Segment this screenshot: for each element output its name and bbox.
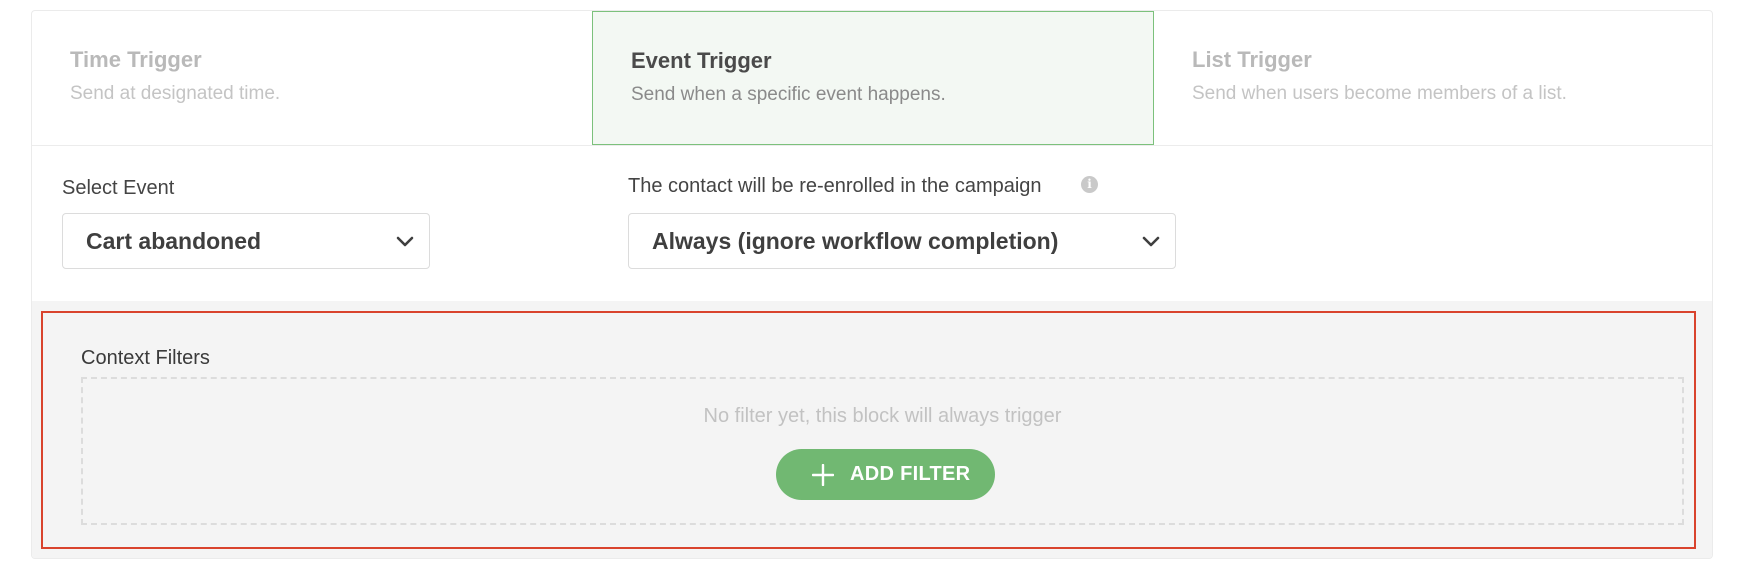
context-filters-section: Context Filters No filter yet, this bloc… xyxy=(32,301,1712,558)
reenroll-dropdown[interactable]: Always (ignore workflow completion) xyxy=(628,213,1176,269)
add-filter-button[interactable]: ADD FILTER xyxy=(776,449,995,500)
tab-description: Send at designated time. xyxy=(70,83,281,104)
highlight-box: Context Filters No filter yet, this bloc… xyxy=(41,311,1696,549)
tab-title: List Trigger xyxy=(1192,47,1312,72)
context-filters-label: Context Filters xyxy=(81,347,210,369)
select-event-label: Select Event xyxy=(62,177,175,199)
select-event-value: Cart abandoned xyxy=(86,228,262,254)
trigger-tabs: Time Trigger Send at designated time. Ev… xyxy=(32,11,1712,146)
tab-time-trigger[interactable]: Time Trigger Send at designated time. xyxy=(32,11,592,145)
tab-description: Send when a specific event happens. xyxy=(631,84,946,105)
reenroll-value: Always (ignore workflow completion) xyxy=(652,228,1059,254)
tab-title: Event Trigger xyxy=(631,48,772,73)
tab-list-trigger[interactable]: List Trigger Send when users become memb… xyxy=(1154,11,1712,145)
chevron-down-icon xyxy=(1142,236,1160,247)
trigger-panel: Time Trigger Send at designated time. Ev… xyxy=(31,10,1713,559)
empty-filter-message: No filter yet, this block will always tr… xyxy=(703,405,1062,427)
select-event-dropdown[interactable]: Cart abandoned xyxy=(62,213,430,269)
reenroll-label: The contact will be re-enrolled in the c… xyxy=(628,175,1042,197)
plus-icon xyxy=(812,464,834,486)
filter-dropzone: No filter yet, this block will always tr… xyxy=(81,377,1684,525)
add-filter-label: ADD FILTER xyxy=(850,463,971,485)
tab-description: Send when users become members of a list… xyxy=(1192,83,1567,104)
chevron-down-icon xyxy=(396,236,414,247)
tab-title: Time Trigger xyxy=(70,47,202,72)
info-icon[interactable]: i xyxy=(1081,176,1098,193)
tab-event-trigger[interactable]: Event Trigger Send when a specific event… xyxy=(592,11,1154,145)
